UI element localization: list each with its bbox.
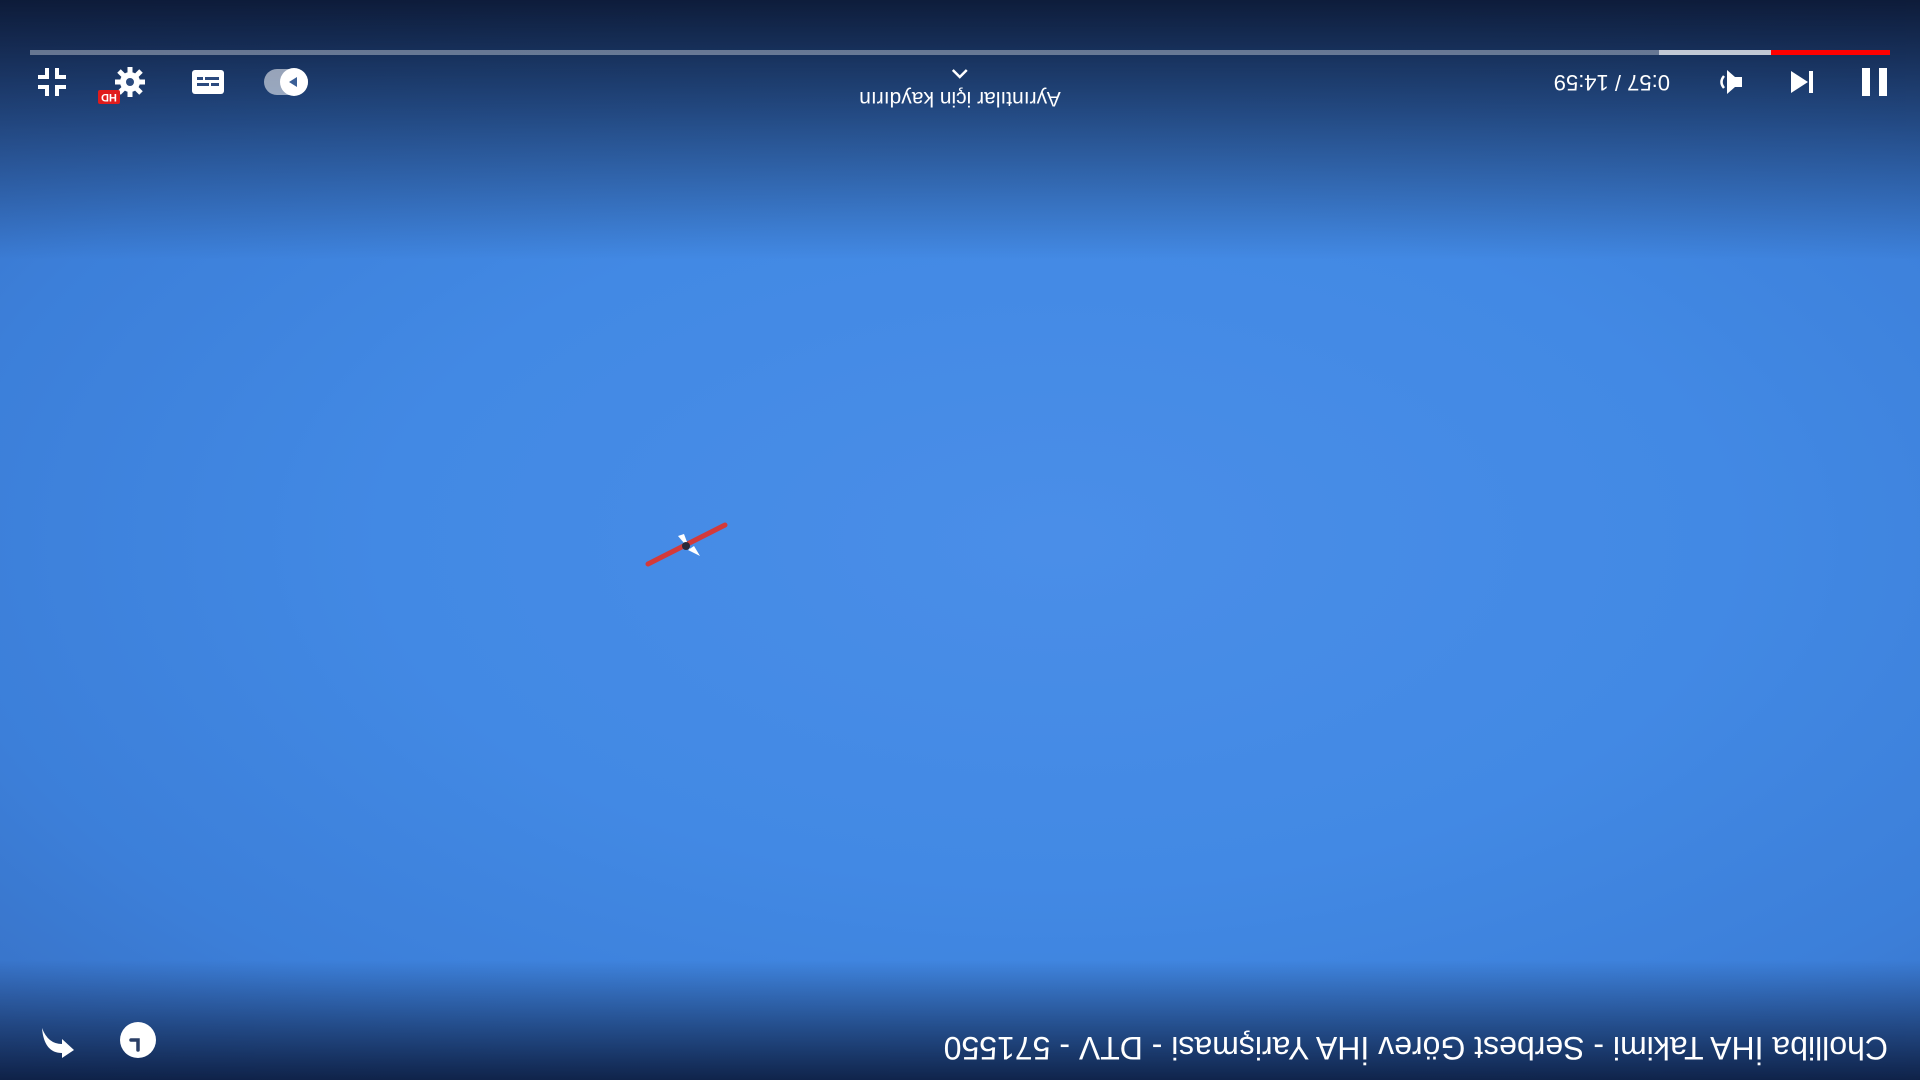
pause-icon[interactable] — [1852, 60, 1896, 104]
current-time: 0:57 — [1627, 70, 1670, 95]
title-bar: Cholliba İHA Takimi - Serbest Görev İHA … — [0, 970, 1920, 1080]
autoplay-track — [264, 68, 308, 96]
hd-badge: HD — [98, 90, 120, 104]
skip-previous-icon[interactable] — [1780, 60, 1824, 104]
autoplay-knob — [280, 68, 308, 96]
video-player[interactable]: Cholliba İHA Takimi - Serbest Görev İHA … — [0, 0, 1920, 1080]
back-arrow-icon[interactable] — [36, 1018, 80, 1062]
progress-played — [1770, 50, 1890, 55]
swipe-hint[interactable]: Ayrıntılar için kaydırın — [859, 62, 1061, 110]
video-title: Cholliba İHA Takimi - Serbest Görev İHA … — [943, 1030, 1888, 1066]
duration: 14:59 — [1553, 70, 1609, 95]
swipe-hint-text: Ayrıntılar için kaydırın — [859, 87, 1061, 110]
clock-icon[interactable] — [116, 1018, 160, 1062]
exit-fullscreen-icon[interactable] — [30, 60, 74, 104]
progress-bar[interactable] — [30, 50, 1890, 55]
gear-icon[interactable]: HD — [98, 60, 152, 104]
volume-icon[interactable] — [1708, 60, 1752, 104]
airplane-in-sky — [640, 515, 730, 570]
chevron-up-icon — [859, 62, 1061, 86]
time-display: 0:57 / 14:59 — [1554, 69, 1670, 95]
captions-icon[interactable] — [186, 60, 230, 104]
time-separator: / — [1614, 70, 1622, 95]
player-controls: 0:57 / 14:59 Ayrıntılar için kaydırın HD — [0, 0, 1920, 120]
autoplay-toggle[interactable] — [264, 60, 308, 104]
